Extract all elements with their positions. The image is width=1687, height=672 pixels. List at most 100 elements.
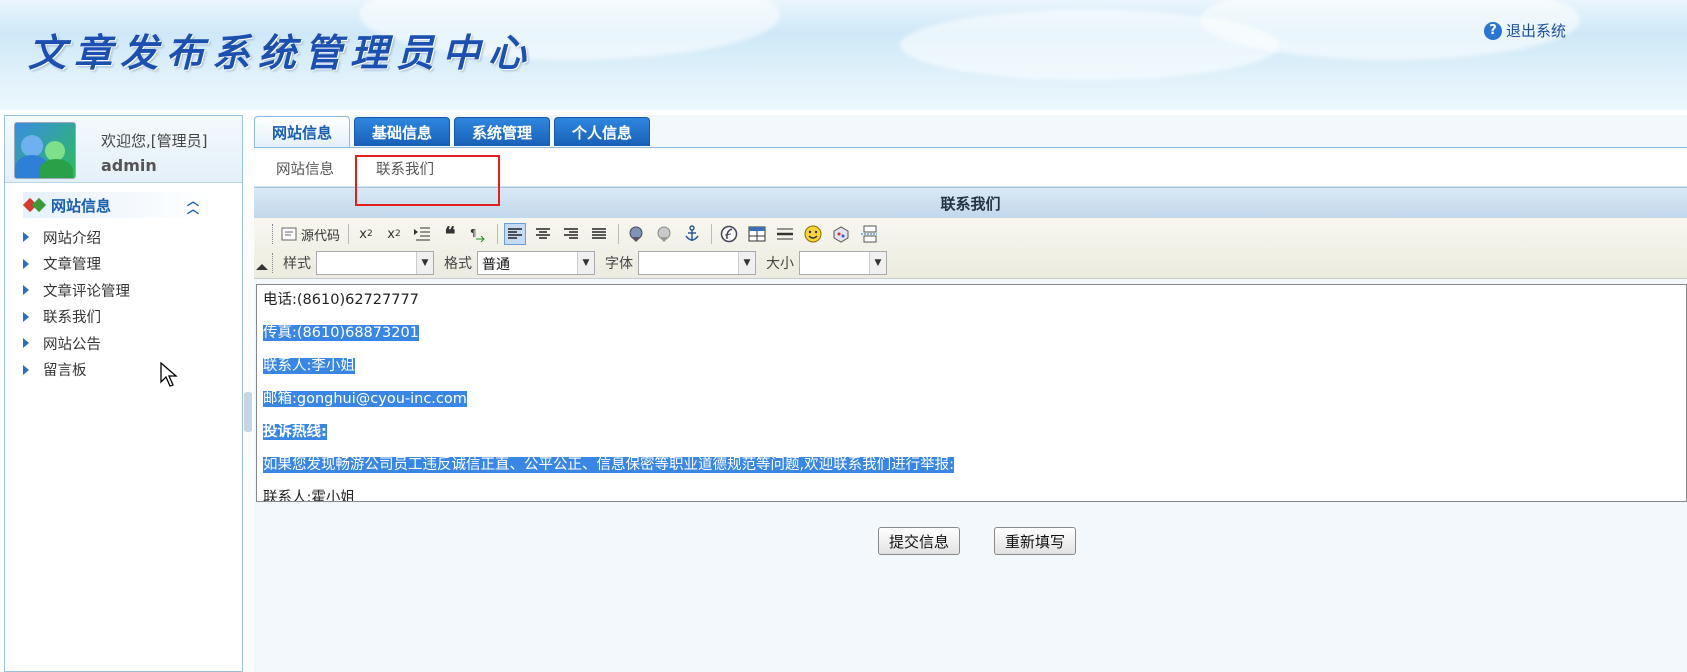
style-label: 样式 xyxy=(283,256,311,272)
sidebar-item-contact-us[interactable]: 联系我们 xyxy=(23,304,130,331)
sidebar-item-article-manage[interactable]: 文章管理 xyxy=(23,251,130,278)
user-info: 欢迎您,[管理员] admin xyxy=(5,116,242,183)
sidebar-item-label: 留言板 xyxy=(43,363,87,380)
sidebar-item-site-intro[interactable]: 网站介绍 xyxy=(23,224,130,251)
svg-text:¶: ¶ xyxy=(470,228,476,239)
sidebar-item-guestbook[interactable]: 留言板 xyxy=(23,357,130,384)
user-name: admin xyxy=(101,156,157,175)
menu-group-title: 网站信息 xyxy=(51,196,112,215)
format-select[interactable]: 普通 ▼ xyxy=(477,251,595,275)
source-code-button[interactable]: 源代码 xyxy=(281,223,340,245)
table-icon[interactable] xyxy=(746,223,768,245)
sidebar-item-label: 文章评论管理 xyxy=(43,283,130,300)
sidebar-splitter-handle[interactable] xyxy=(244,392,252,432)
editor-line: 电话:(8610)62727777 xyxy=(263,291,1680,309)
editor-line: 如果您发现畅游公司员工违反诚信正直、公平公正、信息保密等职业道德规范等问题,欢迎… xyxy=(263,456,1680,474)
sidebar-item-comment-manage[interactable]: 文章评论管理 xyxy=(23,277,130,304)
editor-line: 邮箱:gonghui@cyou-inc.com xyxy=(263,390,1680,408)
anchor-icon[interactable] xyxy=(681,223,703,245)
editor-line-text: 电话:(8610)62727777 xyxy=(263,292,419,308)
editor-line-text-selected: 传真:(8610)68873201 xyxy=(263,325,419,341)
breadcrumb-site-info[interactable]: 网站信息 xyxy=(276,158,334,179)
sidebar-item-label: 文章管理 xyxy=(43,257,101,274)
size-label: 大小 xyxy=(766,256,794,272)
blockquote-icon[interactable]: ❝ xyxy=(439,222,461,246)
app-title: 文章发布系统管理员中心 xyxy=(28,30,535,75)
sidebar-menu: 网站介绍 文章管理 文章评论管理 联系我们 网站公告 留言板 xyxy=(23,224,130,383)
toolbar-grip xyxy=(272,253,275,273)
size-select[interactable]: ▼ xyxy=(799,251,887,275)
align-center-icon[interactable] xyxy=(532,223,554,245)
breadcrumb-separator: · xyxy=(354,158,359,174)
link-icon[interactable] xyxy=(625,223,647,245)
sidebar-item-label: 网站公告 xyxy=(43,336,101,353)
source-code-label: 源代码 xyxy=(301,228,341,244)
editor-line-text-selected: 邮箱:gonghui@cyou-inc.com xyxy=(263,391,467,407)
breadcrumb: 网站信息 · 联系我们 xyxy=(254,148,1687,187)
reset-button[interactable]: 重新填写 xyxy=(994,527,1077,555)
editor-line: 联系人:李小姐 xyxy=(263,357,1680,375)
style-select[interactable]: ▼ xyxy=(316,251,434,275)
bullet-icon xyxy=(23,285,29,296)
special-char-icon[interactable] xyxy=(830,223,852,245)
align-left-icon[interactable] xyxy=(504,223,527,245)
format-label: 格式 xyxy=(444,256,472,272)
smiley-icon[interactable] xyxy=(802,223,824,245)
tab-bar: 网站信息 基础信息 系统管理 个人信息 xyxy=(254,115,1687,148)
bullet-icon xyxy=(23,311,29,322)
welcome-text: 欢迎您,[管理员] xyxy=(101,132,208,150)
font-select-value xyxy=(639,252,738,274)
submit-button[interactable]: 提交信息 xyxy=(878,527,961,555)
bullet-icon xyxy=(23,232,29,243)
bullet-icon xyxy=(23,338,29,349)
logout-link[interactable]: ? 退出系统 xyxy=(1484,20,1566,41)
size-select-value xyxy=(800,252,869,274)
chevron-down-icon: ▼ xyxy=(738,252,755,274)
editor-line: 传真:(8610)68873201 xyxy=(263,324,1680,342)
editor-line-text: 联系人:霍小姐 xyxy=(263,490,355,502)
left-sidebar: 欢迎您,[管理员] admin 网站信息 ︿ ︿ 网站介绍 文章管理 文章评论管理… xyxy=(4,115,243,672)
tab-system-manage[interactable]: 系统管理 xyxy=(454,117,550,146)
editor-line: 联系人:霍小姐 xyxy=(263,489,1680,502)
unlink-icon[interactable] xyxy=(653,223,675,245)
tab-site-info[interactable]: 网站信息 xyxy=(254,116,350,147)
tab-basic-info[interactable]: 基础信息 xyxy=(354,117,450,146)
sidebar-item-label: 联系我们 xyxy=(43,310,101,327)
superscript-icon[interactable]: x2 xyxy=(383,223,405,245)
rich-text-editor[interactable]: 电话:(8610)62727777 传真:(8610)68873201 联系人:… xyxy=(256,284,1687,502)
flash-icon[interactable] xyxy=(718,223,740,245)
chevron-down-icon: ▼ xyxy=(577,252,594,274)
help-icon: ? xyxy=(1484,21,1502,40)
form-actions: 提交信息 重新填写 xyxy=(254,527,1687,557)
align-right-icon[interactable] xyxy=(560,223,582,245)
page-break-icon[interactable] xyxy=(858,223,880,245)
breadcrumb-contact-us[interactable]: 联系我们 xyxy=(376,158,434,179)
bullet-icon xyxy=(23,364,29,375)
collapse-icon[interactable]: ︿ ︿ xyxy=(187,195,199,215)
font-select[interactable]: ▼ xyxy=(638,251,756,275)
menu-group-header[interactable]: 网站信息 ︿ ︿ xyxy=(23,192,213,218)
editor-line-text-selected: 投诉热线: xyxy=(263,424,327,440)
align-justify-icon[interactable] xyxy=(588,223,610,245)
panel-title: 联系我们 xyxy=(254,187,1687,218)
font-label: 字体 xyxy=(605,256,633,272)
header-banner: 文章发布系统管理员中心 ? 退出系统 xyxy=(0,0,1687,110)
logout-label: 退出系统 xyxy=(1506,22,1567,40)
ltr-direction-icon[interactable]: ¶ xyxy=(467,223,489,245)
tab-personal-info[interactable]: 个人信息 xyxy=(554,117,650,146)
format-select-value: 普通 xyxy=(482,257,510,273)
mouse-cursor-icon xyxy=(160,362,178,387)
style-select-value xyxy=(317,252,416,274)
subscript-icon[interactable]: x2 xyxy=(355,223,377,245)
menu-group-icon xyxy=(23,198,47,212)
bullet-icon xyxy=(23,258,29,269)
sidebar-item-announcement[interactable]: 网站公告 xyxy=(23,330,130,357)
editor-line-text-selected: 如果您发现畅游公司员工违反诚信正直、公平公正、信息保密等职业道德规范等问题,欢迎… xyxy=(263,457,954,473)
horizontal-rule-icon[interactable] xyxy=(774,223,796,245)
source-icon xyxy=(281,227,297,241)
editor-toolbar: 源代码 x2 x2 ❝ ¶ 样式 ▼ 格式 普通 ▼ 字体 ▼ 大小 ▼ xyxy=(254,218,1687,279)
indent-icon[interactable] xyxy=(411,223,433,245)
toolbar-collapse-icon[interactable] xyxy=(256,264,268,270)
avatar xyxy=(14,122,76,179)
main-content: 网站信息 基础信息 系统管理 个人信息 网站信息 · 联系我们 联系我们 源代码… xyxy=(254,115,1687,672)
